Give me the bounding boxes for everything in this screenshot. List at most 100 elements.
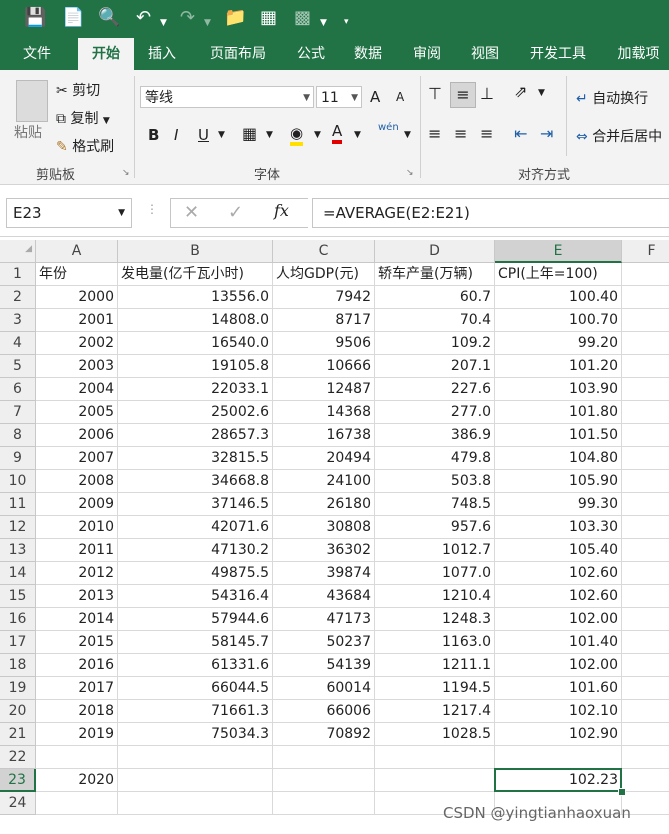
row-header-10[interactable]: 10 xyxy=(0,470,36,493)
border-icon[interactable]: ▦ xyxy=(242,124,257,143)
row-header-22[interactable]: 22 xyxy=(0,746,36,769)
cell-E19[interactable]: 101.60 xyxy=(495,677,622,700)
cell-A3[interactable]: 2001 xyxy=(36,309,118,332)
paste-icon[interactable] xyxy=(16,80,48,122)
column-header-C[interactable]: C xyxy=(273,240,375,263)
cell-E11[interactable]: 99.30 xyxy=(495,493,622,516)
cell-C24[interactable] xyxy=(273,792,375,815)
cell-E8[interactable]: 101.50 xyxy=(495,424,622,447)
cell-B18[interactable]: 61331.6 xyxy=(118,654,273,677)
cell-C8[interactable]: 16738 xyxy=(273,424,375,447)
cell-D21[interactable]: 1028.5 xyxy=(375,723,495,746)
align-right-icon[interactable]: ≡ xyxy=(480,124,493,143)
cell-E20[interactable]: 102.10 xyxy=(495,700,622,723)
cell-F5[interactable] xyxy=(622,355,669,378)
cell-D19[interactable]: 1194.5 xyxy=(375,677,495,700)
cell-F1[interactable] xyxy=(622,263,669,286)
tab-9[interactable]: 加载项 xyxy=(608,38,669,70)
cell-E9[interactable]: 104.80 xyxy=(495,447,622,470)
cell-A23[interactable]: 2020 xyxy=(36,769,118,792)
cell-E3[interactable]: 100.70 xyxy=(495,309,622,332)
phonetic-guide-button[interactable]: wén xyxy=(378,122,399,133)
cell-C17[interactable]: 50237 xyxy=(273,631,375,654)
cell-B8[interactable]: 28657.3 xyxy=(118,424,273,447)
cell-E4[interactable]: 99.20 xyxy=(495,332,622,355)
column-header-E[interactable]: E xyxy=(495,240,622,263)
row-header-2[interactable]: 2 xyxy=(0,286,36,309)
cell-C21[interactable]: 70892 xyxy=(273,723,375,746)
fill-handle[interactable] xyxy=(618,788,626,796)
cell-D10[interactable]: 503.8 xyxy=(375,470,495,493)
cell-B13[interactable]: 47130.2 xyxy=(118,539,273,562)
cell-A19[interactable]: 2017 xyxy=(36,677,118,700)
cell-E2[interactable]: 100.40 xyxy=(495,286,622,309)
cell-A21[interactable]: 2019 xyxy=(36,723,118,746)
save-icon[interactable]: 💾 xyxy=(24,8,46,28)
row-header-20[interactable]: 20 xyxy=(0,700,36,723)
cell-C3[interactable]: 8717 xyxy=(273,309,375,332)
align-top-icon[interactable]: ⊤ xyxy=(428,84,442,103)
cell-D17[interactable]: 1163.0 xyxy=(375,631,495,654)
cell-A10[interactable]: 2008 xyxy=(36,470,118,493)
select-all-corner[interactable]: ◢ xyxy=(0,240,36,263)
cell-C22[interactable] xyxy=(273,746,375,769)
chevron-down-icon[interactable]: ▼ xyxy=(314,130,321,140)
cell-B5[interactable]: 19105.8 xyxy=(118,355,273,378)
row-header-12[interactable]: 12 xyxy=(0,516,36,539)
cell-C20[interactable]: 66006 xyxy=(273,700,375,723)
cell-B17[interactable]: 58145.7 xyxy=(118,631,273,654)
cell-E17[interactable]: 101.40 xyxy=(495,631,622,654)
new-file-icon[interactable]: 📄 xyxy=(62,8,84,28)
orientation-icon[interactable]: ⇗ xyxy=(514,82,527,101)
cell-C11[interactable]: 26180 xyxy=(273,493,375,516)
align-bottom-icon[interactable]: ⊥ xyxy=(480,84,494,103)
row-header-4[interactable]: 4 xyxy=(0,332,36,355)
cell-A1[interactable]: 年份 xyxy=(36,263,118,286)
cell-D15[interactable]: 1210.4 xyxy=(375,585,495,608)
cell-F18[interactable] xyxy=(622,654,669,677)
cell-E16[interactable]: 102.00 xyxy=(495,608,622,631)
chart-dropdown-icon[interactable]: ▼ xyxy=(320,13,327,33)
cell-D9[interactable]: 479.8 xyxy=(375,447,495,470)
cell-D1[interactable]: 轿车产量(万辆) xyxy=(375,263,495,286)
cell-C4[interactable]: 9506 xyxy=(273,332,375,355)
cell-C9[interactable]: 20494 xyxy=(273,447,375,470)
cell-E7[interactable]: 101.80 xyxy=(495,401,622,424)
cell-D12[interactable]: 957.6 xyxy=(375,516,495,539)
cell-E10[interactable]: 105.90 xyxy=(495,470,622,493)
cell-A8[interactable]: 2006 xyxy=(36,424,118,447)
cell-A13[interactable]: 2011 xyxy=(36,539,118,562)
cell-D22[interactable] xyxy=(375,746,495,769)
row-header-1[interactable]: 1 xyxy=(0,263,36,286)
cell-D11[interactable]: 748.5 xyxy=(375,493,495,516)
cell-A14[interactable]: 2012 xyxy=(36,562,118,585)
cell-B4[interactable]: 16540.0 xyxy=(118,332,273,355)
cell-C12[interactable]: 30808 xyxy=(273,516,375,539)
tab-7[interactable]: 视图 xyxy=(460,38,510,70)
tab-6[interactable]: 审阅 xyxy=(404,38,450,70)
cell-D20[interactable]: 1217.4 xyxy=(375,700,495,723)
cell-F14[interactable] xyxy=(622,562,669,585)
cell-A6[interactable]: 2004 xyxy=(36,378,118,401)
tab-4[interactable]: 公式 xyxy=(288,38,334,70)
cell-A9[interactable]: 2007 xyxy=(36,447,118,470)
cell-A7[interactable]: 2005 xyxy=(36,401,118,424)
column-header-F[interactable]: F xyxy=(622,240,669,263)
cell-C5[interactable]: 10666 xyxy=(273,355,375,378)
cell-C14[interactable]: 39874 xyxy=(273,562,375,585)
cell-C15[interactable]: 43684 xyxy=(273,585,375,608)
cell-A24[interactable] xyxy=(36,792,118,815)
cell-E12[interactable]: 103.30 xyxy=(495,516,622,539)
cell-F23[interactable] xyxy=(622,769,669,792)
cell-B2[interactable]: 13556.0 xyxy=(118,286,273,309)
cell-D23[interactable] xyxy=(375,769,495,792)
bold-button[interactable]: B xyxy=(148,126,159,144)
cell-B14[interactable]: 49875.5 xyxy=(118,562,273,585)
cell-E18[interactable]: 102.00 xyxy=(495,654,622,677)
cell-F2[interactable] xyxy=(622,286,669,309)
wrap-text-button[interactable]: ↵ 自动换行 xyxy=(576,88,648,108)
cell-E14[interactable]: 102.60 xyxy=(495,562,622,585)
cell-B21[interactable]: 75034.3 xyxy=(118,723,273,746)
cell-A17[interactable]: 2015 xyxy=(36,631,118,654)
cell-A4[interactable]: 2002 xyxy=(36,332,118,355)
